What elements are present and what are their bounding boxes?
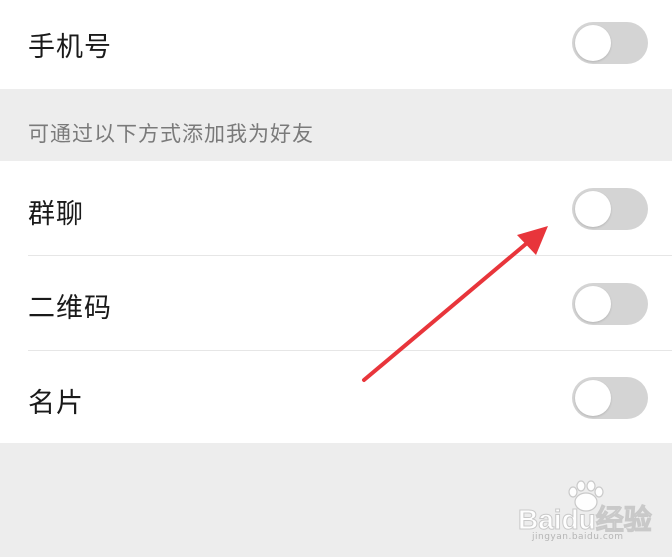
phone-section: 手机号: [0, 0, 672, 89]
business-card-toggle[interactable]: [572, 377, 648, 419]
watermark-sub: jingyan.baidu.com: [532, 532, 624, 542]
toggle-knob: [575, 25, 611, 61]
baidu-watermark: Baidu经验 jingyan.baidu.com: [512, 480, 662, 542]
phone-toggle[interactable]: [572, 22, 648, 64]
add-me-section: 群聊 二维码 名片: [0, 161, 672, 443]
qr-code-toggle[interactable]: [572, 283, 648, 325]
phone-label: 手机号: [28, 32, 112, 63]
toggle-knob: [575, 191, 611, 227]
toggle-knob: [575, 380, 611, 416]
qr-code-label: 二维码: [28, 293, 112, 324]
add-me-section-header: 可通过以下方式添加我为好友: [28, 122, 314, 146]
group-chat-toggle[interactable]: [572, 188, 648, 230]
toggle-knob: [575, 286, 611, 322]
group-chat-row[interactable]: 群聊: [0, 161, 672, 255]
business-card-label: 名片: [28, 388, 84, 419]
qr-code-row[interactable]: 二维码: [0, 256, 672, 350]
business-card-row[interactable]: 名片: [0, 351, 672, 443]
group-chat-label: 群聊: [28, 199, 84, 230]
privacy-settings-page: 手机号 可通过以下方式添加我为好友 群聊 二维码 名片 Baidu经验 jing…: [0, 0, 672, 557]
phone-row[interactable]: 手机号: [0, 0, 672, 89]
